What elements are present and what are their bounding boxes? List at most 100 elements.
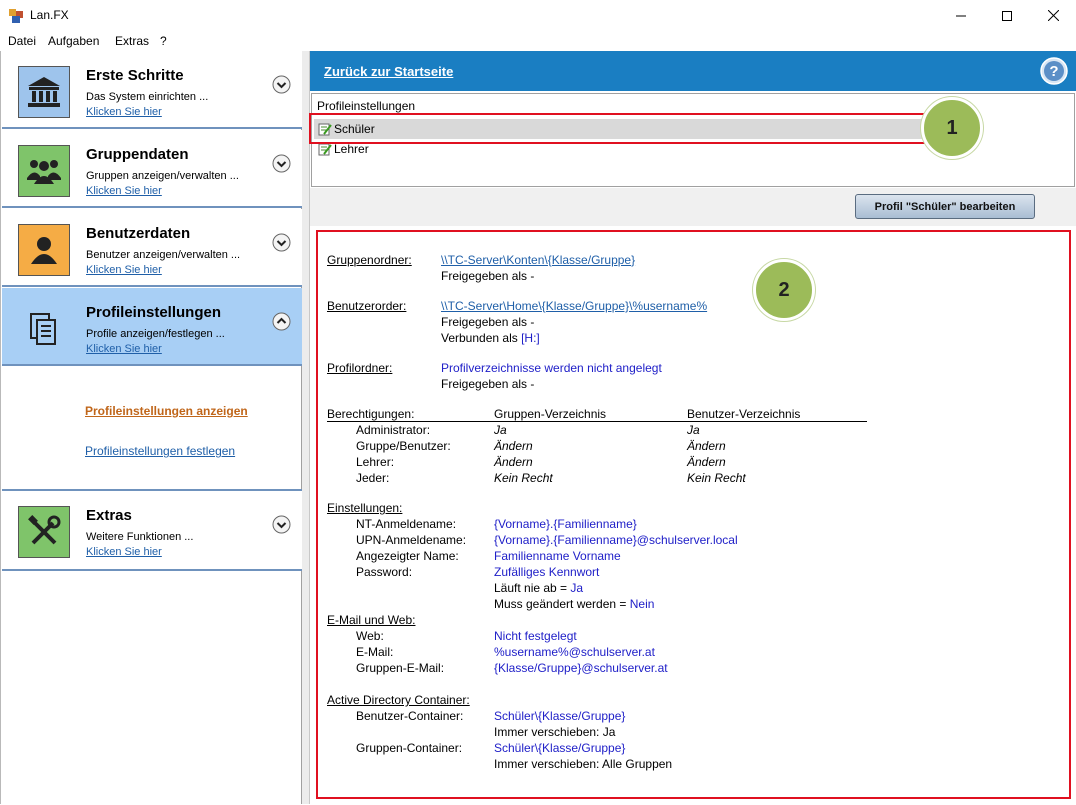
callout-badge-1: 1: [921, 97, 983, 159]
ad-container-label: Active Directory Container:: [327, 693, 470, 707]
berechtigungen-label: Berechtigungen:: [327, 407, 415, 421]
perm-row-v1: Kein Recht: [494, 471, 553, 485]
perm-row-v2: Ja: [687, 423, 700, 437]
chevron-down-icon[interactable]: [272, 233, 291, 252]
web-value: Nicht festgelegt: [494, 629, 577, 643]
email-web-label: E-Mail und Web:: [327, 613, 416, 627]
gruppenordner-label: Gruppenordner:: [327, 253, 412, 267]
back-to-start-link[interactable]: Zurück zur Startseite: [324, 64, 453, 79]
group-email-label: Gruppen-E-Mail:: [356, 661, 445, 675]
menu-extras[interactable]: Extras: [115, 34, 149, 48]
perm-row-name: Lehrer:: [356, 455, 395, 469]
upn-value: {Vorname}.{Familienname}@schulserver.loc…: [494, 533, 738, 547]
benutzerordner-connected: Verbunden als [H:]: [441, 331, 540, 345]
close-button[interactable]: [1030, 0, 1076, 31]
menu-aufgaben[interactable]: Aufgaben: [48, 34, 99, 48]
perm-row-v2: Ändern: [687, 455, 726, 469]
sublink-profileinstellungen-anzeigen[interactable]: Profileinstellungen anzeigen: [85, 404, 248, 418]
gruppenordner-shared: Freigegeben als -: [441, 269, 535, 283]
perm-row-v2: Ändern: [687, 439, 726, 453]
perm-row-v1: Ja: [494, 423, 507, 437]
content-header: Zurück zur Startseite ?: [310, 51, 1076, 91]
app-icon: [9, 9, 23, 23]
title-bar: Lan.FX: [0, 0, 1076, 31]
minimize-button[interactable]: [938, 0, 984, 31]
berechtigungen-col-benutzer: Benutzer-Verzeichnis: [687, 407, 801, 421]
sidebar-link[interactable]: Klicken Sie hier: [86, 343, 162, 355]
profilordner-shared: Freigegeben als -: [441, 377, 535, 391]
password-expire: Läuft nie ab = Ja: [494, 581, 584, 595]
benutzerordner-path[interactable]: \\TC-Server\Home\{Klasse/Gruppe}\%userna…: [441, 299, 707, 313]
user-container-label: Benutzer-Container:: [356, 709, 464, 723]
profilordner-label: Profilordner:: [327, 361, 393, 375]
menu-help[interactable]: ?: [160, 34, 167, 48]
panel-splitter[interactable]: [302, 51, 310, 804]
group-email-value: {Klasse/Gruppe}@schulserver.at: [494, 661, 668, 675]
display-name-value: Familienname Vorname: [494, 549, 621, 563]
sidebar-subtitle: Benutzer anzeigen/verwalten ...: [86, 249, 241, 261]
sidebar: Erste Schritte Das System einrichten ...…: [0, 51, 302, 804]
tools-icon: [18, 506, 70, 558]
profile-detail-panel: Gruppenordner: \\TC-Server\Konten\{Klass…: [316, 230, 1071, 799]
sidebar-subtitle: Profile anzeigen/festlegen ...: [86, 328, 225, 340]
sidebar-item-extras[interactable]: Extras Weitere Funktionen ... Klicken Si…: [2, 489, 302, 571]
sidebar-link[interactable]: Klicken Sie hier: [86, 106, 162, 118]
berechtigungen-col-gruppen: Gruppen-Verzeichnis: [494, 407, 607, 421]
email-value: %username%@schulserver.at: [494, 645, 655, 659]
sidebar-subtitle: Das System einrichten ...: [86, 91, 209, 103]
close-icon: [1047, 10, 1059, 21]
nt-value: {Vorname}.{Familienname}: [494, 517, 637, 531]
edit-profile-button[interactable]: Profil "Schüler" bearbeiten: [855, 194, 1035, 219]
perm-row-v1: Ändern: [494, 455, 533, 469]
perm-row-name: Gruppe/Benutzer:: [356, 439, 451, 453]
menu-datei[interactable]: Datei: [8, 34, 36, 48]
svg-text:?: ?: [1049, 63, 1058, 80]
sidebar-item-erste-schritte[interactable]: Erste Schritte Das System einrichten ...…: [2, 51, 302, 129]
highlight-box-1: [309, 113, 940, 144]
group-container-move: Immer verschieben: Alle Gruppen: [494, 757, 673, 771]
group-container-value: Schüler\{Klasse/Gruppe}: [494, 741, 626, 755]
gruppenordner-path[interactable]: \\TC-Server\Konten\{Klasse/Gruppe}: [441, 253, 635, 267]
callout-badge-2: 2: [753, 259, 815, 321]
sidebar-link[interactable]: Klicken Sie hier: [86, 264, 162, 276]
password-value: Zufälliges Kennwort: [494, 565, 600, 579]
web-label: Web:: [356, 629, 384, 643]
profile-list-header: Profileinstellungen: [317, 99, 416, 113]
group-icon: [18, 145, 70, 197]
einstellungen-label: Einstellungen:: [327, 501, 403, 515]
chevron-down-icon[interactable]: [272, 154, 291, 173]
sidebar-title: Benutzerdaten: [86, 225, 191, 242]
user-container-move: Immer verschieben: Ja: [494, 725, 616, 739]
help-icon[interactable]: ?: [1040, 57, 1068, 85]
sidebar-subtitle: Weitere Funktionen ...: [86, 531, 194, 543]
user-container-value: Schüler\{Klasse/Gruppe}: [494, 709, 626, 723]
benutzerordner-label: Benutzerorder:: [327, 299, 407, 313]
sublink-profileinstellungen-festlegen[interactable]: Profileinstellungen festlegen: [85, 444, 235, 458]
upn-label: UPN-Anmeldename:: [356, 533, 467, 547]
benutzerordner-shared: Freigegeben als -: [441, 315, 535, 329]
sidebar-link[interactable]: Klicken Sie hier: [86, 546, 162, 558]
sidebar-title: Gruppendaten: [86, 146, 189, 163]
sidebar-item-profileinstellungen[interactable]: Profileinstellungen Profile anzeigen/fes…: [2, 288, 302, 366]
edit-profile-icon: [318, 143, 332, 156]
chevron-up-icon[interactable]: [272, 312, 291, 331]
minimize-icon: [956, 15, 966, 16]
sidebar-item-gruppendaten[interactable]: Gruppendaten Gruppen anzeigen/verwalten …: [2, 130, 302, 208]
email-label: E-Mail:: [356, 645, 394, 659]
maximize-icon: [1002, 10, 1012, 21]
profilordner-value: Profilverzeichnisse werden nicht angeleg…: [441, 361, 662, 375]
berechtigungen-divider: [327, 421, 867, 422]
sidebar-link[interactable]: Klicken Sie hier: [86, 185, 162, 197]
sidebar-title: Profileinstellungen: [86, 304, 222, 321]
action-toolbar: Profil "Schüler" bearbeiten: [310, 188, 1076, 226]
sidebar-subtitle: Gruppen anzeigen/verwalten ...: [86, 170, 239, 182]
sidebar-title: Erste Schritte: [86, 67, 184, 84]
maximize-button[interactable]: [984, 0, 1030, 31]
perm-row-name: Jeder:: [356, 471, 390, 485]
window-title: Lan.FX: [30, 8, 69, 22]
sidebar-item-benutzerdaten[interactable]: Benutzerdaten Benutzer anzeigen/verwalte…: [2, 209, 302, 287]
chevron-down-icon[interactable]: [272, 75, 291, 94]
user-icon: [18, 224, 70, 276]
chevron-down-icon[interactable]: [272, 515, 291, 534]
perm-row-name: Administrator:: [356, 423, 431, 437]
